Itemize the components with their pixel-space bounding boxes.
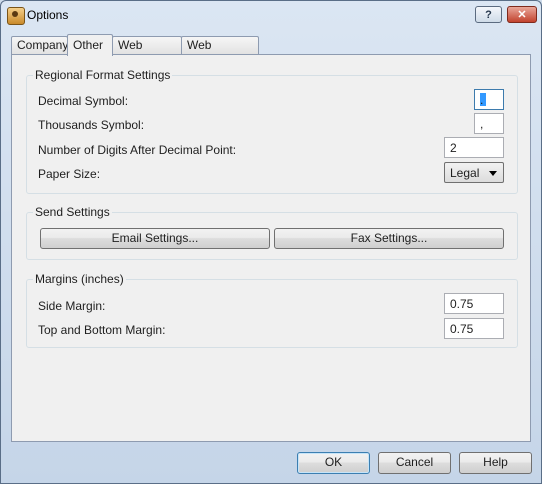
- question-icon: ?: [485, 8, 492, 21]
- paper-size-value: Legal: [450, 166, 480, 180]
- title-bar[interactable]: Options ? ✕: [1, 1, 541, 29]
- paper-size-label: Paper Size:: [38, 167, 101, 181]
- fax-settings-button[interactable]: Fax Settings...: [274, 228, 504, 249]
- send-settings-title: Send Settings: [33, 205, 112, 219]
- ok-button[interactable]: OK: [297, 452, 370, 474]
- email-settings-button[interactable]: Email Settings...: [40, 228, 270, 249]
- help-button[interactable]: Help: [459, 452, 532, 474]
- close-button[interactable]: ✕: [507, 6, 537, 23]
- close-icon: ✕: [517, 9, 527, 21]
- decimal-digits-label: Number of Digits After Decimal Point:: [38, 143, 237, 157]
- send-settings-group: Send Settings Email Settings... Fax Sett…: [26, 205, 518, 260]
- app-users-icon: [7, 7, 25, 25]
- top-bottom-margin-field[interactable]: 0.75: [444, 318, 504, 339]
- options-dialog: Options ? ✕ Company Other Web Access Web…: [0, 0, 542, 484]
- other-tab-panel: Regional Format Settings Decimal Symbol:…: [11, 54, 531, 442]
- margins-group: Margins (inches) Side Margin: 0.75 Top a…: [26, 272, 518, 348]
- decimal-digits-field[interactable]: 2: [444, 137, 504, 158]
- tab-company[interactable]: Company: [11, 36, 68, 54]
- tab-web-accounts[interactable]: Web Accounts: [181, 36, 259, 69]
- regional-format-group: Regional Format Settings Decimal Symbol:…: [26, 68, 518, 194]
- help-caption-button[interactable]: ?: [475, 6, 502, 23]
- cancel-button[interactable]: Cancel: [378, 452, 451, 474]
- tab-other[interactable]: Other: [67, 34, 113, 56]
- side-margin-label: Side Margin:: [38, 299, 106, 313]
- regional-format-title: Regional Format Settings: [33, 68, 173, 82]
- decimal-symbol-field[interactable]: .: [474, 89, 504, 110]
- margins-title: Margins (inches): [33, 272, 126, 286]
- thousands-symbol-label: Thousands Symbol:: [38, 118, 145, 132]
- decimal-symbol-label: Decimal Symbol:: [38, 94, 129, 108]
- thousands-symbol-field[interactable]: ,: [474, 113, 504, 134]
- paper-size-select[interactable]: Legal: [444, 162, 504, 183]
- top-bottom-margin-label: Top and Bottom Margin:: [38, 323, 166, 337]
- decimal-symbol-value: .: [480, 93, 486, 107]
- chevron-down-icon: [489, 171, 497, 176]
- tab-web-access[interactable]: Web Access: [112, 36, 182, 69]
- window-title: Options: [27, 8, 69, 22]
- side-margin-field[interactable]: 0.75: [444, 293, 504, 314]
